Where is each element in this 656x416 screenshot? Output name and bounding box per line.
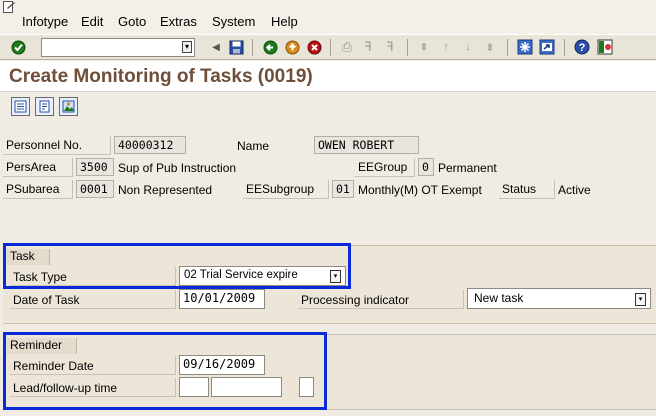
find-next-icon[interactable]: ꟻ xyxy=(381,38,399,56)
collapse-arrow-icon[interactable]: ◀ xyxy=(207,38,225,56)
processing-indicator-dropdown-icon[interactable]: ▾ xyxy=(635,293,646,306)
menu-help[interactable]: Help xyxy=(271,14,298,29)
enter-icon[interactable] xyxy=(9,38,27,56)
image-icon[interactable] xyxy=(59,97,78,116)
status-value: Active xyxy=(558,183,591,197)
name-field: OWEN ROBERT xyxy=(314,136,419,154)
layout-icon[interactable] xyxy=(596,38,614,56)
page-title: Create Monitoring of Tasks (0019) xyxy=(9,66,313,87)
processing-indicator-field[interactable]: New task ▾ xyxy=(467,288,651,309)
persarea-text: Sup of Pub Instruction xyxy=(118,161,237,175)
menu-extras[interactable]: Extras xyxy=(160,14,197,29)
last-page-icon[interactable]: ⇟ xyxy=(481,38,499,56)
name-label: Name xyxy=(237,139,270,153)
toolbar-separator xyxy=(507,39,508,56)
print-icon[interactable]: ⎙ xyxy=(338,38,356,56)
status-label: Status xyxy=(499,180,555,199)
eegroup-code-field: 0 xyxy=(418,158,434,176)
toolbar-separator xyxy=(407,39,408,56)
next-page-icon[interactable]: ↓ xyxy=(459,38,477,56)
title-bar: Create Monitoring of Tasks (0019) xyxy=(0,61,656,92)
display-overview-icon[interactable] xyxy=(11,97,30,116)
standard-toolbar: ▾ ◀ ⎙ ꟻ ꟻ ⇞ ↑ ↓ ⇟ ? xyxy=(0,34,656,60)
command-history-icon[interactable]: ▾ xyxy=(182,41,192,53)
system-menu-icon[interactable] xyxy=(3,1,16,13)
processing-indicator-label: Processing indicator xyxy=(298,290,464,309)
exit-icon[interactable] xyxy=(283,38,301,56)
date-of-task-label: Date of Task xyxy=(10,290,176,309)
personnel-no-field: 40000312 xyxy=(114,136,186,154)
create-session-icon[interactable] xyxy=(516,38,534,56)
psubarea-code-field: 0001 xyxy=(76,180,114,198)
toolbar-separator xyxy=(252,39,253,56)
eesubgroup-label: EESubgroup xyxy=(243,180,329,199)
menu-goto[interactable]: Goto xyxy=(118,14,146,29)
persarea-label: PersArea xyxy=(3,158,73,177)
eesubgroup-code-field: 01 xyxy=(332,180,354,198)
help-icon[interactable]: ? xyxy=(573,38,591,56)
maintain-text-icon[interactable] xyxy=(35,97,54,116)
find-icon[interactable]: ꟻ xyxy=(359,38,377,56)
command-field[interactable]: ▾ xyxy=(41,38,195,57)
eesubgroup-text: Monthly(M) OT Exempt xyxy=(358,183,482,197)
first-page-icon[interactable]: ⇞ xyxy=(415,38,433,56)
previous-page-icon[interactable]: ↑ xyxy=(437,38,455,56)
eegroup-text: Permanent xyxy=(438,161,497,175)
save-icon[interactable] xyxy=(227,38,245,56)
toolbar-separator xyxy=(330,39,331,56)
psubarea-label: PSubarea xyxy=(3,180,73,199)
psubarea-text: Non Represented xyxy=(118,183,213,197)
reminder-highlight-frame xyxy=(3,332,327,410)
persarea-code-field: 3500 xyxy=(76,158,114,176)
menu-system[interactable]: System xyxy=(212,14,255,29)
task-highlight-frame xyxy=(3,243,351,289)
eegroup-label: EEGroup xyxy=(355,158,415,177)
svg-text:?: ? xyxy=(579,42,586,54)
application-toolbar xyxy=(0,92,656,122)
personnel-no-label: Personnel No. xyxy=(3,136,111,155)
cancel-icon[interactable] xyxy=(305,38,323,56)
menu-infotype[interactable]: Infotype xyxy=(22,14,68,29)
toolbar-separator xyxy=(564,39,565,56)
date-of-task-field[interactable]: 10/01/2009 xyxy=(179,289,265,309)
shortcut-icon[interactable] xyxy=(538,38,556,56)
menu-bar: Infotype Edit Goto Extras System Help xyxy=(0,0,656,34)
menu-edit[interactable]: Edit xyxy=(81,14,103,29)
back-icon[interactable] xyxy=(261,38,279,56)
